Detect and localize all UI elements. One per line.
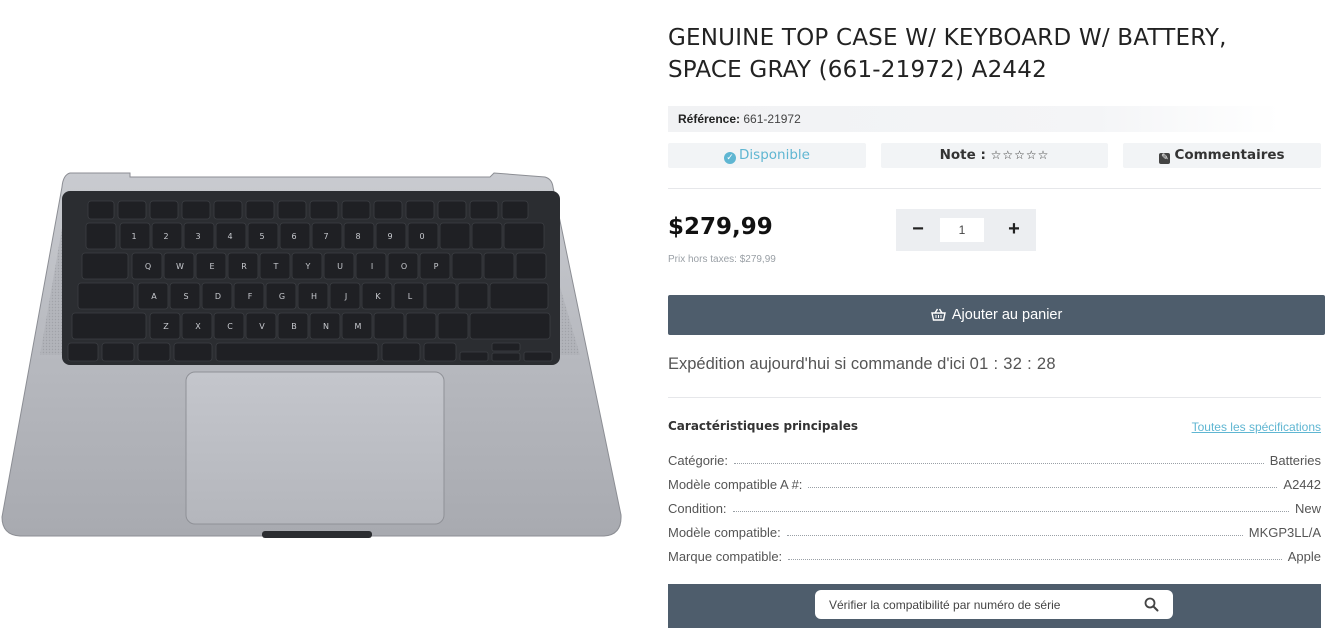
- spec-label: Catégorie:: [668, 453, 728, 468]
- svg-text:1: 1: [131, 232, 136, 241]
- spec-row: Modèle compatible A #: A2442: [668, 468, 1321, 492]
- svg-text:C: C: [227, 322, 233, 331]
- shipping-text: Expédition aujourd'hui si commande d'ici: [668, 355, 966, 373]
- comments-label: Commentaires: [1174, 147, 1285, 163]
- svg-text:9: 9: [387, 232, 392, 241]
- serial-search-box: [815, 590, 1173, 619]
- svg-text:L: L: [408, 292, 413, 301]
- svg-text:R: R: [241, 262, 247, 271]
- reference-bar: Référence: 661-21972: [668, 106, 1280, 132]
- svg-text:O: O: [401, 262, 407, 271]
- shipping-countdown: 01 : 32 : 28: [969, 355, 1056, 373]
- reference-label: Référence:: [678, 112, 741, 126]
- spec-value: Batteries: [1269, 453, 1321, 468]
- quantity-input[interactable]: [940, 218, 984, 242]
- svg-text:6: 6: [291, 232, 296, 241]
- svg-text:E: E: [209, 262, 214, 271]
- svg-text:Y: Y: [305, 262, 311, 271]
- spec-value: A2442: [1283, 477, 1321, 492]
- svg-text:V: V: [259, 322, 265, 331]
- quantity-decrease-button[interactable]: −: [898, 209, 938, 251]
- spec-label: Modèle compatible A #:: [668, 477, 803, 492]
- spec-row: Marque compatible: Apple: [668, 540, 1321, 564]
- product-image: QWE RTY UIO P ASD FGH JKL ZXC VBN M 123 …: [0, 165, 625, 545]
- rating-pill[interactable]: Note : ☆☆☆☆☆: [881, 143, 1108, 168]
- spec-row: Catégorie: Batteries: [668, 444, 1321, 468]
- svg-text:P: P: [434, 262, 439, 271]
- svg-text:J: J: [344, 292, 347, 301]
- product-photo: QWE RTY UIO P ASD FGH JKL ZXC VBN M 123 …: [1, 172, 622, 538]
- quantity-stepper: − +: [896, 209, 1036, 251]
- spec-value: New: [1294, 501, 1321, 516]
- svg-text:M: M: [355, 322, 362, 331]
- basket-icon: [930, 307, 952, 323]
- svg-text:U: U: [337, 262, 343, 271]
- rating-label: Note :: [939, 147, 986, 163]
- svg-text:3: 3: [195, 232, 200, 241]
- quantity-increase-button[interactable]: +: [994, 209, 1034, 251]
- divider: [668, 397, 1321, 398]
- price-excl-tax: Prix hors taxes: $279,99: [668, 254, 776, 265]
- spec-row: Modèle compatible: MKGP3LL/A: [668, 516, 1321, 540]
- serial-check-bar: [668, 584, 1321, 628]
- svg-text:8: 8: [355, 232, 360, 241]
- svg-text:0: 0: [419, 232, 424, 241]
- svg-text:Q: Q: [145, 262, 151, 271]
- spec-value: MKGP3LL/A: [1248, 525, 1321, 540]
- specs-heading: Caractéristiques principales: [668, 419, 858, 433]
- svg-text:7: 7: [323, 232, 328, 241]
- svg-text:T: T: [273, 262, 279, 271]
- svg-text:X: X: [195, 322, 201, 331]
- availability-label: Disponible: [739, 147, 810, 163]
- search-icon[interactable]: [1144, 597, 1159, 612]
- spec-label: Marque compatible:: [668, 549, 783, 564]
- divider: [668, 188, 1321, 189]
- svg-text:F: F: [248, 292, 253, 301]
- svg-text:S: S: [183, 292, 188, 301]
- availability-badge: ✓ Disponible: [668, 143, 866, 168]
- spec-label: Condition:: [668, 501, 727, 516]
- svg-text:A: A: [151, 292, 157, 301]
- add-to-cart-label: Ajouter au panier: [951, 307, 1063, 323]
- svg-text:Z: Z: [163, 322, 169, 331]
- svg-text:2: 2: [163, 232, 168, 241]
- reference-value: 661-21972: [743, 112, 801, 126]
- add-to-cart-button[interactable]: Ajouter au panier: [668, 295, 1325, 335]
- spec-label: Modèle compatible:: [668, 525, 781, 540]
- svg-text:B: B: [291, 322, 297, 331]
- check-circle-icon: ✓: [724, 152, 737, 164]
- comments-button[interactable]: ✎ Commentaires: [1123, 143, 1321, 168]
- product-title: GENUINE TOP CASE W/ KEYBOARD W/ BATTERY,…: [668, 25, 1227, 83]
- svg-text:N: N: [323, 322, 329, 331]
- serial-number-input[interactable]: [829, 590, 1129, 619]
- spec-row: Condition: New: [668, 492, 1321, 516]
- all-specs-link[interactable]: Toutes les spécifications: [1192, 420, 1321, 434]
- edit-icon: ✎: [1159, 153, 1171, 164]
- shipping-notice: Expédition aujourd'hui si commande d'ici…: [668, 355, 1056, 374]
- svg-text:K: K: [375, 292, 381, 301]
- svg-text:D: D: [215, 292, 221, 301]
- rating-stars[interactable]: ☆☆☆☆☆: [991, 148, 1050, 162]
- svg-text:4: 4: [227, 232, 232, 241]
- spec-value: Apple: [1287, 549, 1321, 564]
- svg-text:G: G: [279, 292, 285, 301]
- svg-text:I: I: [371, 262, 373, 271]
- svg-text:W: W: [176, 262, 184, 271]
- svg-text:H: H: [311, 292, 317, 301]
- svg-text:5: 5: [259, 232, 264, 241]
- price: $279,99: [668, 214, 773, 240]
